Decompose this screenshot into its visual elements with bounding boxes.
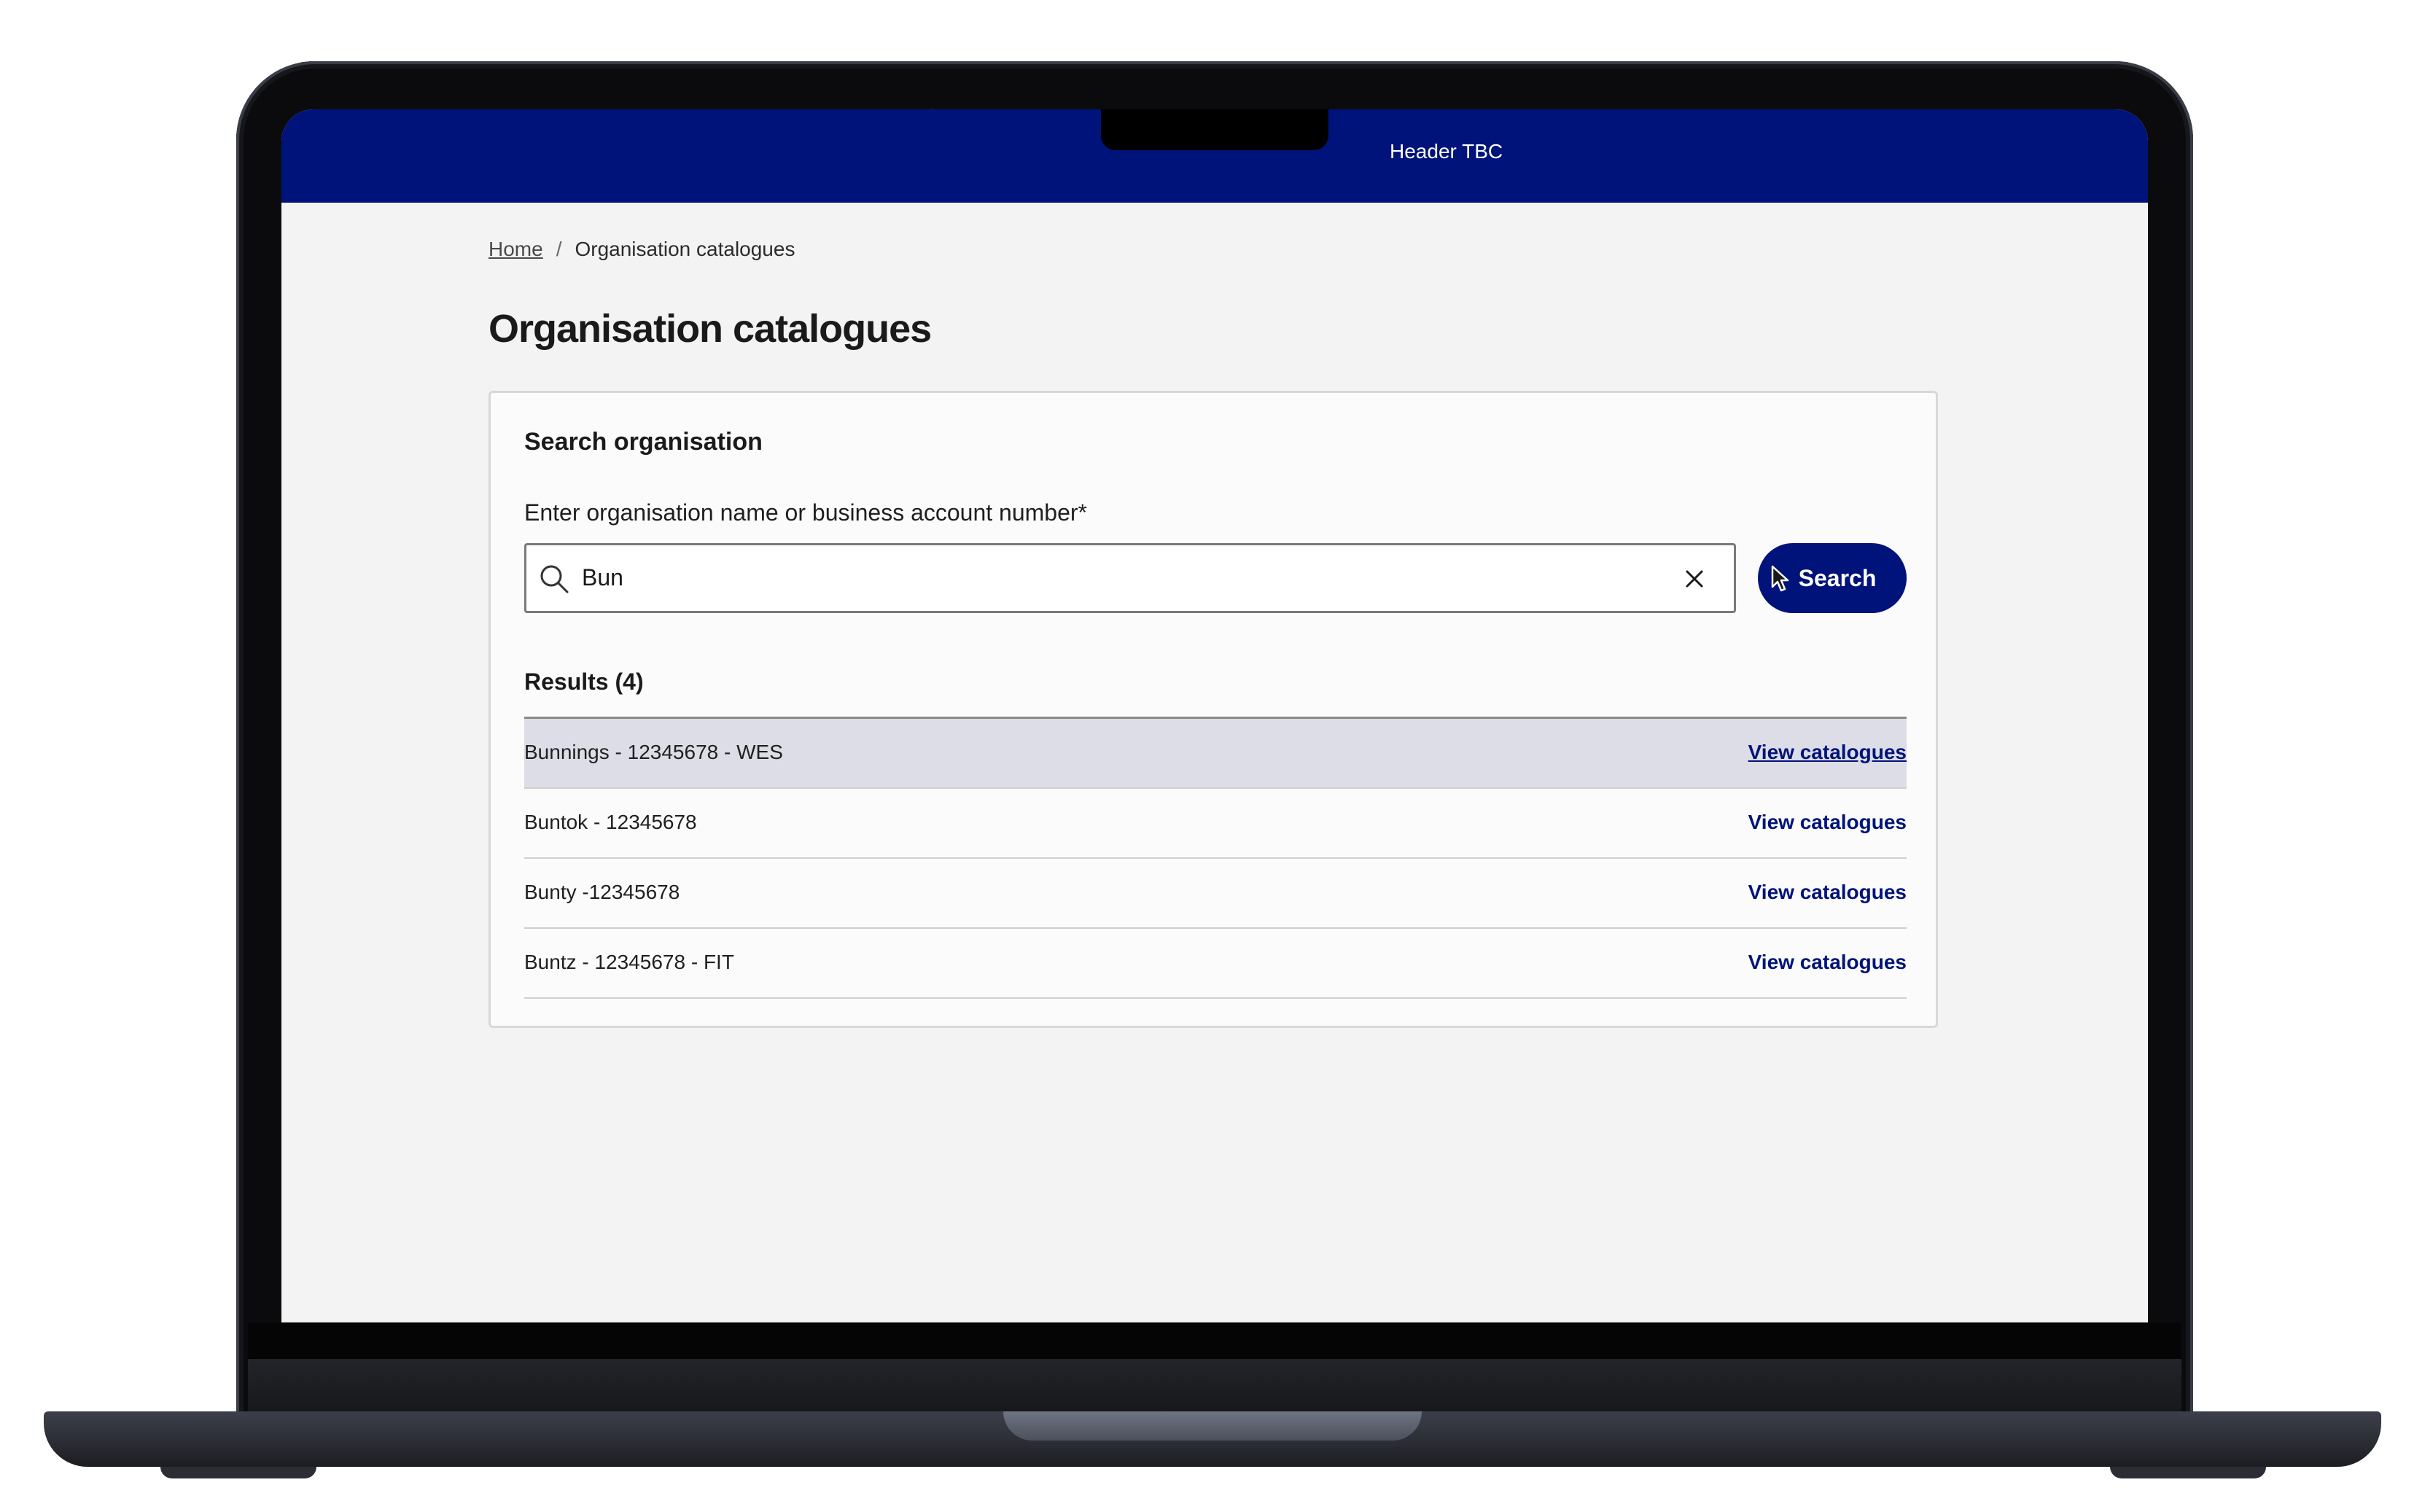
breadcrumb-current: Organisation catalogues xyxy=(575,238,795,260)
breadcrumb: Home / Organisation catalogues xyxy=(488,238,795,261)
view-catalogues-link[interactable]: View catalogues xyxy=(1748,951,1907,974)
search-section-title: Search organisation xyxy=(524,428,763,456)
view-catalogues-link[interactable]: View catalogues xyxy=(1748,741,1907,764)
result-name: Buntok - 12345678 xyxy=(524,811,697,833)
mouse-pointer-icon xyxy=(1771,565,1789,592)
search-input-value[interactable]: Bun xyxy=(582,564,623,591)
breadcrumb-home-link[interactable]: Home xyxy=(488,238,543,261)
breadcrumb-separator: / xyxy=(556,238,562,260)
app-header: Header TBC xyxy=(281,109,2148,203)
result-name: Bunnings - 12345678 - WES xyxy=(524,741,783,763)
screen: Header TBC Home / Organisation catalogue… xyxy=(281,109,2148,1322)
laptop-foot-right xyxy=(2110,1467,2266,1478)
laptop-foot-left xyxy=(160,1467,316,1478)
close-icon[interactable] xyxy=(1680,564,1709,593)
laptop-base-notch xyxy=(1003,1411,1422,1441)
search-button[interactable]: Search xyxy=(1758,543,1907,613)
device-mockup: Header TBC Home / Organisation catalogue… xyxy=(0,0,2425,1512)
search-card: Search organisation Enter organisation n… xyxy=(488,391,1938,1028)
result-row: Bunty -12345678 View catalogues xyxy=(524,859,1907,929)
screen-notch xyxy=(1101,109,1328,150)
result-name: Bunty -12345678 xyxy=(524,881,680,903)
view-catalogues-link[interactable]: View catalogues xyxy=(1748,881,1907,904)
search-button-label: Search xyxy=(1798,564,1877,591)
results-list: Bunnings - 12345678 - WES View catalogue… xyxy=(524,717,1907,999)
search-icon xyxy=(540,565,569,593)
search-field-label: Enter organisation name or business acco… xyxy=(524,499,1087,526)
result-row: Buntok - 12345678 View catalogues xyxy=(524,789,1907,859)
result-row: Bunnings - 12345678 - WES View catalogue… xyxy=(524,719,1907,789)
laptop-bezel-bottom xyxy=(248,1322,2181,1359)
result-name: Buntz - 12345678 - FIT xyxy=(524,951,734,973)
result-row: Buntz - 12345678 - FIT View catalogues xyxy=(524,929,1907,999)
laptop-hinge xyxy=(248,1359,2181,1411)
view-catalogues-link[interactable]: View catalogues xyxy=(1748,811,1907,834)
header-title: Header TBC xyxy=(1390,140,1503,163)
search-input[interactable]: Bun xyxy=(524,543,1736,613)
results-title: Results (4) xyxy=(524,669,644,695)
page-title: Organisation catalogues xyxy=(488,307,932,351)
